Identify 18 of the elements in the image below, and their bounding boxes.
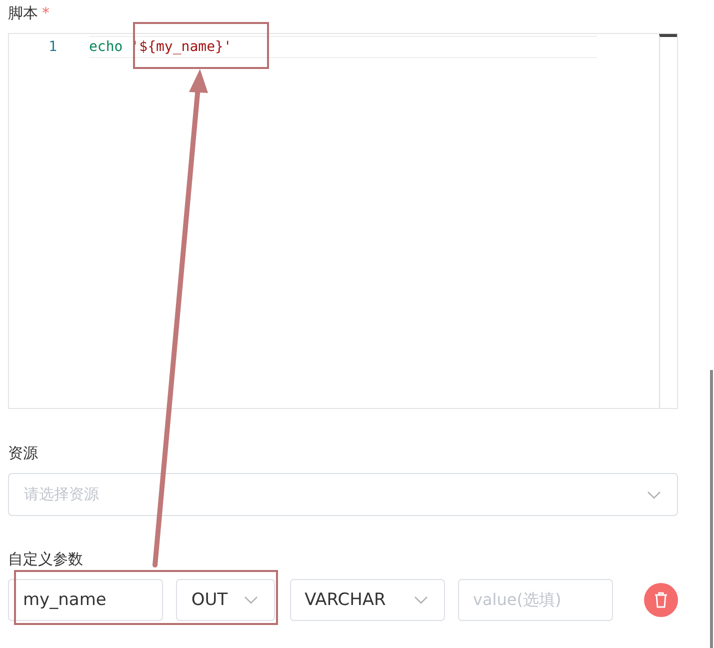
delete-button[interactable]: [644, 583, 678, 617]
scrollbar[interactable]: [659, 34, 677, 408]
line-number: 1: [48, 39, 57, 55]
required-mark: *: [42, 3, 50, 24]
field-label: 资源: [8, 443, 38, 464]
field-label: 脚本: [8, 3, 38, 24]
field-label: 自定义参数: [8, 549, 83, 570]
code-keyword: echo: [89, 39, 123, 55]
page-scrollbar[interactable]: [710, 370, 713, 648]
trash-icon: [654, 592, 668, 608]
chevron-down-icon: [414, 596, 428, 604]
code-editor[interactable]: 1 echo '${my_name}': [8, 33, 678, 409]
chevron-down-icon: [244, 596, 258, 604]
type-select[interactable]: VARCHAR: [290, 579, 445, 621]
code-string: '${my_name}': [130, 39, 232, 55]
chevron-down-icon: [647, 490, 661, 498]
param-name-field[interactable]: my_name: [8, 579, 164, 621]
direction-select[interactable]: OUT: [176, 579, 275, 621]
